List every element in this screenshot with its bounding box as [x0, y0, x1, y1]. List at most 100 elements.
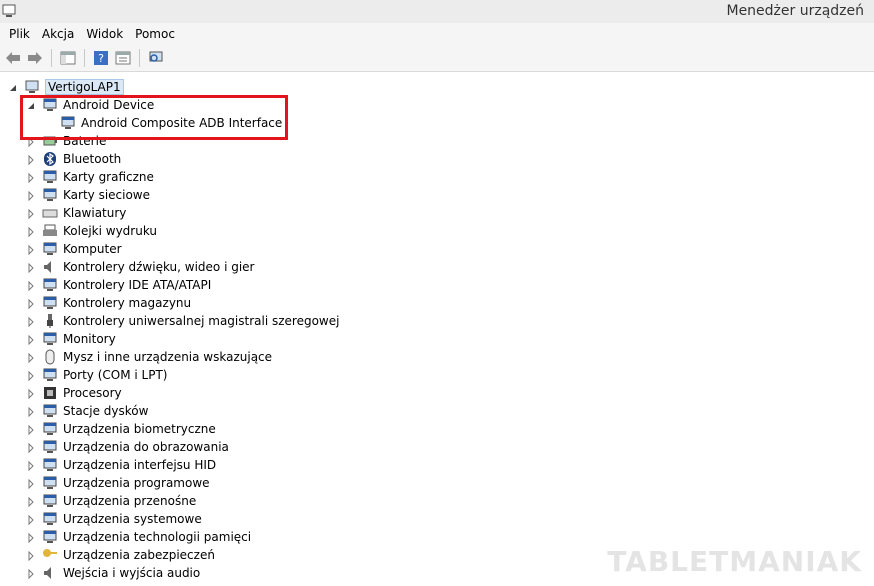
expand-arrow-icon[interactable] — [26, 550, 36, 562]
tree-category[interactable]: Bluetooth — [26, 150, 121, 168]
hid-icon — [42, 457, 58, 473]
tree-category-label: Urządzenia technologii pamięci — [63, 530, 252, 544]
expand-arrow-icon[interactable] — [26, 316, 36, 328]
expand-arrow-icon[interactable] — [26, 532, 36, 544]
printer-icon — [42, 223, 58, 239]
tree-category[interactable]: Urządzenia do obrazowania — [26, 438, 229, 456]
menu-akcja[interactable]: Akcja — [36, 27, 80, 41]
tree-category[interactable]: Wejścia i wyjścia audio — [26, 564, 200, 582]
collapse-arrow-icon[interactable] — [8, 82, 18, 92]
tree-category[interactable]: Monitory — [26, 330, 116, 348]
tree-category[interactable]: Urządzenia programowe — [26, 474, 210, 492]
tree-category-label: Urządzenia interfejsu HID — [63, 458, 217, 472]
port-icon — [42, 367, 58, 383]
tree-root-label: VertigoLAP1 — [45, 79, 124, 95]
tree-root[interactable]: VertigoLAP1 — [8, 78, 124, 96]
tree-category-label: Karty sieciowe — [63, 188, 151, 202]
tree-category[interactable]: Kontrolery uniwersalnej magistrali szere… — [26, 312, 339, 330]
expand-arrow-icon[interactable] — [26, 208, 36, 220]
menu-pomoc[interactable]: Pomoc — [129, 27, 181, 41]
tree-category-label: Urządzenia zabezpieczeń — [63, 548, 215, 562]
tree-category[interactable]: Porty (COM i LPT) — [26, 366, 167, 384]
expand-arrow-icon[interactable] — [26, 154, 36, 166]
disk-drive-icon — [42, 403, 58, 419]
expand-arrow-icon[interactable] — [26, 460, 36, 472]
help-icon[interactable]: ? — [92, 49, 110, 67]
expand-arrow-icon[interactable] — [26, 226, 36, 238]
menu-bar: Plik Akcja Widok Pomoc — [0, 23, 874, 44]
tree-category-label: Monitory — [63, 332, 116, 346]
system-device-icon — [42, 511, 58, 527]
show-hide-tree-icon[interactable] — [59, 49, 77, 67]
tree-category[interactable]: Urządzenia technologii pamięci — [26, 528, 251, 546]
expand-arrow-icon[interactable] — [26, 406, 36, 418]
tree-category[interactable]: Urządzenia przenośne — [26, 492, 196, 510]
tree-category-label: Kontrolery dźwięku, wideo i gier — [63, 260, 255, 274]
title-bar: Menedżer urządzeń — [0, 0, 874, 23]
expand-arrow-icon[interactable] — [26, 172, 36, 184]
expand-arrow-icon[interactable] — [26, 370, 36, 382]
tree-category-label: Urządzenia przenośne — [63, 494, 197, 508]
svg-text:?: ? — [98, 52, 104, 65]
tree-category[interactable]: Stacje dysków — [26, 402, 148, 420]
back-icon[interactable] — [4, 49, 22, 67]
tree-category-label: Bluetooth — [63, 152, 122, 166]
tree-category[interactable]: Klawiatury — [26, 204, 126, 222]
tree-category-label: Mysz i inne urządzenia wskazujące — [63, 350, 273, 364]
tree-category[interactable]: Procesory — [26, 384, 122, 402]
tree-category-label: Klawiatury — [63, 206, 127, 220]
audio-io-icon — [42, 565, 58, 581]
tree-category[interactable]: Karty sieciowe — [26, 186, 150, 204]
tree-category-label: Stacje dysków — [63, 404, 149, 418]
tree-category-label: Komputer — [63, 242, 122, 256]
expand-arrow-icon[interactable] — [26, 190, 36, 202]
tree-category-label: Porty (COM i LPT) — [63, 368, 168, 382]
expand-arrow-icon[interactable] — [26, 388, 36, 400]
expand-arrow-icon[interactable] — [26, 352, 36, 364]
expand-arrow-icon[interactable] — [26, 280, 36, 292]
expand-arrow-icon[interactable] — [26, 298, 36, 310]
menu-plik[interactable]: Plik — [3, 27, 36, 41]
toolbar-separator — [84, 48, 85, 67]
network-adapter-icon — [42, 187, 58, 203]
tree-category-label: Urządzenia biometryczne — [63, 422, 216, 436]
expand-arrow-icon[interactable] — [26, 334, 36, 346]
tree-category-label: Procesory — [63, 386, 122, 400]
tree-category[interactable]: Urządzenia biometryczne — [26, 420, 216, 438]
tree-category[interactable]: Mysz i inne urządzenia wskazujące — [26, 348, 272, 366]
tree-category[interactable]: Kontrolery magazynu — [26, 294, 191, 312]
tree-category-label: Urządzenia systemowe — [63, 512, 202, 526]
expand-arrow-icon[interactable] — [26, 514, 36, 526]
expand-arrow-icon[interactable] — [26, 478, 36, 490]
properties-icon[interactable] — [114, 49, 132, 67]
portable-device-icon — [42, 493, 58, 509]
processor-icon — [42, 385, 58, 401]
watermark: TABLETMANIAK — [607, 545, 862, 578]
tree-category[interactable]: Karty graficzne — [26, 168, 154, 186]
expand-arrow-icon[interactable] — [26, 262, 36, 274]
tree-category[interactable]: Urządzenia zabezpieczeń — [26, 546, 215, 564]
menu-widok[interactable]: Widok — [80, 27, 129, 41]
expand-arrow-icon[interactable] — [26, 496, 36, 508]
expand-arrow-icon[interactable] — [26, 244, 36, 256]
expand-arrow-icon[interactable] — [26, 442, 36, 454]
tree-category-label: Karty graficzne — [63, 170, 154, 184]
forward-icon[interactable] — [26, 49, 44, 67]
memory-technology-icon — [42, 529, 58, 545]
tree-category[interactable]: Kolejki wydruku — [26, 222, 157, 240]
biometric-icon — [42, 421, 58, 437]
tree-category[interactable]: Urządzenia interfejsu HID — [26, 456, 216, 474]
tree-category[interactable]: Kontrolery IDE ATA/ATAPI — [26, 276, 211, 294]
device-tree: VertigoLAP1 Android Device Android Compos… — [0, 74, 874, 586]
tree-category[interactable]: Kontrolery dźwięku, wideo i gier — [26, 258, 254, 276]
window-title: Menedżer urządzeń — [726, 3, 864, 19]
tree-category[interactable]: Komputer — [26, 240, 122, 258]
storage-controller-icon — [42, 295, 58, 311]
tree-category-label: Kontrolery uniwersalnej magistrali szere… — [63, 314, 340, 328]
scan-hardware-icon[interactable] — [147, 49, 165, 67]
tree-category-label: Kontrolery magazynu — [63, 296, 192, 310]
tree-category[interactable]: Urządzenia systemowe — [26, 510, 202, 528]
expand-arrow-icon[interactable] — [26, 568, 36, 580]
expand-arrow-icon[interactable] — [26, 424, 36, 436]
device-manager-icon — [2, 4, 16, 18]
